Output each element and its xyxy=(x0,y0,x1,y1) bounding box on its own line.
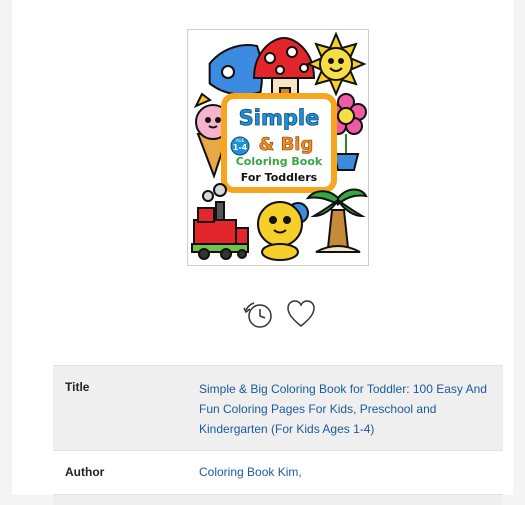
author-link[interactable]: Coloring Book Kim, xyxy=(188,451,503,494)
book-details-table: Title Simple & Big Coloring Book for Tod… xyxy=(53,365,503,505)
palm-tree-illustration xyxy=(305,188,368,253)
sun-illustration xyxy=(305,31,367,97)
book-detail-card: Simple AGE 1-4 & Big Coloring Book For T… xyxy=(12,0,513,505)
cover-title-line3: Coloring Book xyxy=(236,155,323,168)
cover-title-line4: For Toddlers xyxy=(241,171,318,184)
author-row: Author Coloring Book Kim, xyxy=(53,450,503,494)
cover-title-line2: & Big xyxy=(259,134,314,155)
age-badge-range: 1-4 xyxy=(233,143,248,152)
title-row: Title Simple & Big Coloring Book for Tod… xyxy=(53,365,503,450)
train-illustration xyxy=(191,183,249,260)
book-cover-illustration: Simple AGE 1-4 & Big Coloring Book For T… xyxy=(191,31,368,261)
history-clock-icon[interactable] xyxy=(242,298,274,330)
cover-title-line1: Simple xyxy=(239,106,320,130)
title-label: Title xyxy=(65,380,90,394)
author-label: Author xyxy=(65,465,105,479)
book-cover[interactable]: Simple AGE 1-4 & Big Coloring Book For T… xyxy=(187,29,369,266)
next-row xyxy=(53,494,503,505)
dinosaur-illustration xyxy=(257,201,309,261)
title-link[interactable]: Simple & Big Coloring Book for Toddler: … xyxy=(188,366,503,450)
heart-icon[interactable] xyxy=(285,298,317,330)
